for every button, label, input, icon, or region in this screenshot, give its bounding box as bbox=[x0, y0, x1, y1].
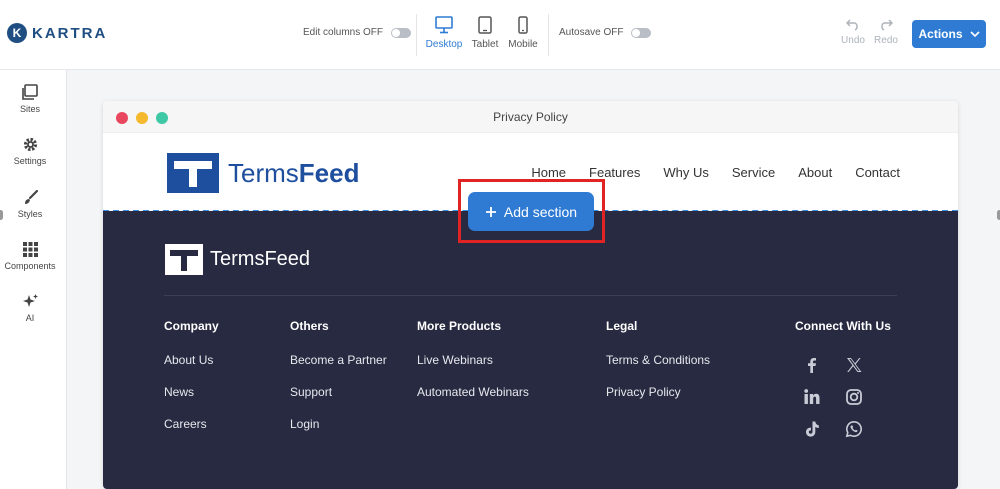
device-desktop-label: Desktop bbox=[425, 39, 463, 50]
footer-column-more-products: More Products Live Webinars Automated We… bbox=[417, 319, 529, 417]
footer-link[interactable]: About Us bbox=[164, 353, 219, 367]
footer-column-heading: Others bbox=[290, 319, 329, 333]
instagram-icon[interactable] bbox=[845, 388, 863, 406]
footer-column-company: Company About Us News Careers bbox=[164, 319, 219, 449]
chevron-down-icon bbox=[969, 30, 980, 37]
sidebar-item-settings[interactable]: Settings bbox=[0, 136, 60, 166]
sidebar-item-label: Styles bbox=[17, 209, 43, 219]
resize-handle-left[interactable] bbox=[0, 210, 3, 220]
edit-columns-toggle[interactable]: Edit columns OFF bbox=[303, 27, 412, 38]
kartra-logo-text: KARTRA bbox=[32, 24, 108, 42]
footer-divider bbox=[164, 295, 897, 296]
linkedin-icon[interactable] bbox=[803, 388, 821, 406]
edit-columns-switch[interactable] bbox=[391, 27, 412, 38]
footer-link[interactable]: Live Webinars bbox=[417, 353, 529, 367]
footer-link[interactable]: Support bbox=[290, 385, 387, 399]
sidebar-item-label: Components bbox=[4, 261, 56, 271]
toolbar-divider bbox=[416, 14, 417, 56]
device-mobile-button[interactable]: Mobile bbox=[503, 14, 543, 50]
footer-column-heading: Company bbox=[164, 319, 219, 333]
footer-link[interactable]: Login bbox=[290, 417, 387, 431]
sidebar-item-components[interactable]: Components bbox=[0, 241, 60, 271]
tiktok-icon[interactable] bbox=[803, 420, 821, 438]
nav-home[interactable]: Home bbox=[531, 165, 566, 180]
footer-link[interactable]: News bbox=[164, 385, 219, 399]
termsfeed-logo[interactable]: TermsFeed bbox=[167, 153, 359, 193]
x-icon[interactable] bbox=[845, 356, 863, 374]
brush-icon bbox=[24, 189, 38, 204]
footer-link[interactable]: Automated Webinars bbox=[417, 385, 529, 399]
nav-about[interactable]: About bbox=[798, 165, 832, 180]
footer-logo[interactable]: TermsFeed bbox=[165, 244, 310, 275]
redo-button[interactable]: Redo bbox=[870, 17, 902, 46]
monitor-icon bbox=[435, 16, 453, 34]
autosave-switch[interactable] bbox=[631, 27, 652, 38]
sidebar-item-label: Sites bbox=[19, 104, 40, 114]
footer-link[interactable]: Terms & Conditions bbox=[606, 353, 710, 367]
brand-light-text: Terms bbox=[228, 157, 299, 188]
device-mobile-label: Mobile bbox=[508, 39, 538, 50]
footer-link[interactable]: Become a Partner bbox=[290, 353, 387, 367]
termsfeed-logo-text: TermsFeed bbox=[228, 158, 359, 189]
footer-column-heading: Legal bbox=[606, 319, 638, 333]
sidebar-item-label: Settings bbox=[13, 156, 47, 166]
kartra-logo[interactable]: K KARTRA bbox=[7, 23, 107, 43]
facebook-icon[interactable] bbox=[803, 356, 821, 374]
footer-link[interactable]: Privacy Policy bbox=[606, 385, 710, 399]
sidebar-item-styles[interactable]: Styles bbox=[0, 189, 60, 219]
device-desktop-button[interactable]: Desktop bbox=[424, 14, 464, 50]
footer-column-legal: Legal Terms & Conditions Privacy Policy bbox=[606, 319, 710, 417]
footer-column-heading: More Products bbox=[417, 319, 502, 333]
page-preview-frame: Privacy Policy TermsFeed Home Features W… bbox=[103, 101, 958, 489]
autosave-label: Autosave OFF bbox=[559, 27, 624, 38]
page-title: Privacy Policy bbox=[493, 110, 568, 124]
add-section-label: Add section bbox=[503, 203, 578, 220]
site-footer-section[interactable]: TermsFeed Company About Us News Careers … bbox=[103, 211, 958, 489]
site-nav: Home Features Why Us Service About Conta… bbox=[531, 165, 900, 180]
footer-link[interactable]: Careers bbox=[164, 417, 219, 431]
gear-icon bbox=[23, 137, 37, 152]
tablet-icon bbox=[478, 16, 492, 34]
device-tablet-label: Tablet bbox=[471, 39, 499, 50]
browser-chrome: Privacy Policy bbox=[103, 101, 958, 133]
left-sidebar: Sites Settings Styles Components AI bbox=[0, 70, 67, 489]
brand-bold-text: Feed bbox=[298, 157, 360, 188]
undo-label: Undo bbox=[841, 35, 865, 46]
redo-label: Redo bbox=[874, 35, 898, 46]
whatsapp-icon[interactable] bbox=[845, 420, 863, 438]
nav-why-us[interactable]: Why Us bbox=[663, 165, 709, 180]
nav-contact[interactable]: Contact bbox=[855, 165, 900, 180]
autosave-toggle[interactable]: Autosave OFF bbox=[559, 27, 652, 38]
top-toolbar: K KARTRA Edit columns OFF Desktop Tablet… bbox=[0, 0, 1000, 70]
mobile-icon bbox=[518, 16, 528, 34]
pages-icon bbox=[22, 84, 38, 100]
plus-icon bbox=[485, 206, 496, 217]
sparkle-icon bbox=[22, 294, 38, 307]
footer-column-connect: Connect With Us bbox=[795, 319, 891, 353]
toolbar-divider bbox=[548, 14, 549, 56]
undo-button[interactable]: Undo bbox=[837, 17, 869, 46]
footer-logo-icon bbox=[165, 244, 203, 275]
footer-column-others: Others Become a Partner Support Login bbox=[290, 319, 387, 449]
add-section-button[interactable]: Add section bbox=[468, 192, 594, 231]
device-tablet-button[interactable]: Tablet bbox=[465, 14, 505, 50]
grid-icon bbox=[22, 242, 38, 257]
footer-logo-text: TermsFeed bbox=[210, 248, 311, 270]
actions-label: Actions bbox=[918, 27, 963, 41]
actions-button[interactable]: Actions bbox=[912, 20, 986, 48]
footer-column-heading: Connect With Us bbox=[795, 319, 891, 333]
nav-features[interactable]: Features bbox=[589, 165, 640, 180]
termsfeed-logo-icon bbox=[167, 153, 219, 193]
redo-icon bbox=[881, 19, 893, 31]
sidebar-item-sites[interactable]: Sites bbox=[0, 84, 60, 114]
kartra-logo-icon: K bbox=[7, 23, 27, 43]
undo-icon bbox=[846, 19, 858, 31]
sidebar-item-ai[interactable]: AI bbox=[0, 293, 60, 323]
edit-columns-label: Edit columns OFF bbox=[303, 27, 384, 38]
social-icons bbox=[803, 356, 863, 438]
sidebar-item-label: AI bbox=[25, 313, 35, 323]
nav-service[interactable]: Service bbox=[732, 165, 775, 180]
